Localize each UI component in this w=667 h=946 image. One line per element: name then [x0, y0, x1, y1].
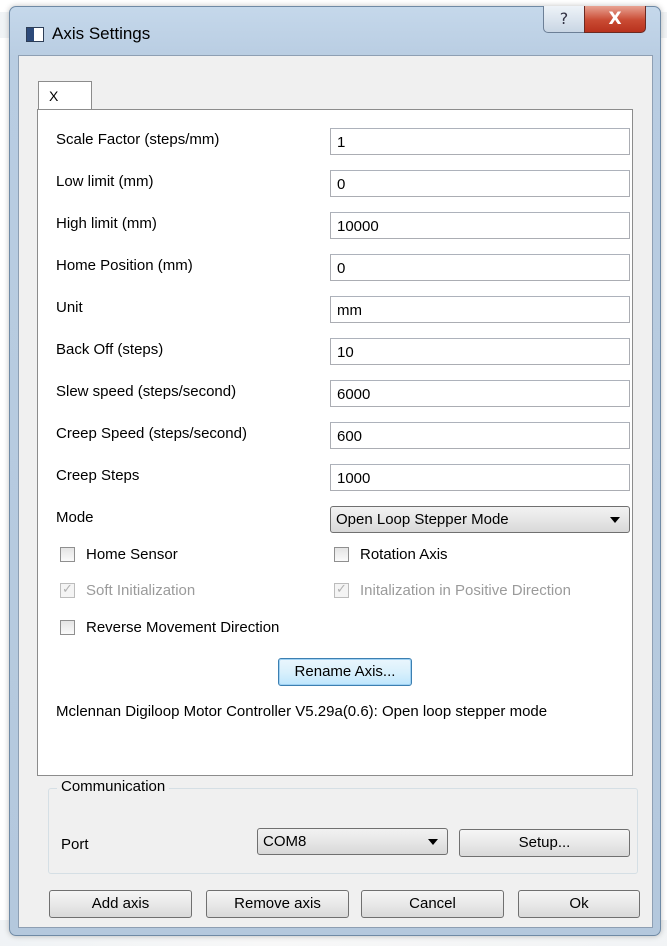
axis-tab-panel: Scale Factor (steps/mm) 1 Low limit (mm)… — [37, 109, 633, 776]
help-button[interactable]: ? — [543, 6, 585, 33]
scale-factor-input[interactable]: 1 — [330, 128, 630, 155]
checkmark-icon: ✓ — [336, 582, 347, 597]
chevron-down-icon — [428, 839, 438, 845]
init-positive-direction-label: Initalization in Positive Direction — [360, 582, 571, 599]
creep-steps-label: Creep Steps — [56, 467, 140, 484]
home-sensor-checkbox[interactable] — [60, 547, 75, 562]
remove-axis-button[interactable]: Remove axis — [206, 890, 349, 918]
controller-status-text: Mclennan Digiloop Motor Controller V5.29… — [56, 703, 548, 720]
low-limit-label: Low limit (mm) — [56, 173, 154, 190]
mode-dropdown-value: Open Loop Stepper Mode — [336, 511, 509, 528]
dialog-client: X Scale Factor (steps/mm) 1 Low limit (m… — [18, 55, 653, 928]
rename-axis-button[interactable]: Rename Axis... — [278, 658, 412, 686]
slew-speed-input[interactable]: 6000 — [330, 380, 630, 407]
reverse-direction-label: Reverse Movement Direction — [86, 619, 280, 636]
init-positive-direction-checkbox: ✓ — [334, 582, 349, 598]
window-title: Axis Settings — [52, 24, 151, 43]
soft-initialization-label: Soft Initialization — [86, 582, 196, 599]
rotation-axis-checkbox[interactable] — [334, 547, 349, 562]
creep-steps-input[interactable]: 1000 — [330, 464, 630, 491]
setup-button[interactable]: Setup... — [459, 829, 630, 857]
port-dropdown[interactable]: COM8 — [257, 828, 448, 855]
reverse-direction-checkbox[interactable] — [60, 620, 75, 635]
creep-speed-label: Creep Speed (steps/second) — [56, 425, 247, 442]
mode-label: Mode — [56, 509, 94, 526]
port-dropdown-value: COM8 — [263, 833, 307, 850]
back-off-input[interactable]: 10 — [330, 338, 630, 365]
ok-button[interactable]: Ok — [518, 890, 640, 918]
title-bar[interactable]: Axis Settings ? X — [10, 6, 660, 55]
home-position-label: Home Position (mm) — [56, 257, 193, 274]
tab-x[interactable]: X — [38, 81, 92, 109]
mode-dropdown[interactable]: Open Loop Stepper Mode — [330, 506, 630, 533]
soft-initialization-checkbox: ✓ — [60, 582, 75, 598]
add-axis-button[interactable]: Add axis — [49, 890, 192, 918]
communication-group: Communication Port COM8 Setup... — [48, 778, 638, 874]
high-limit-label: High limit (mm) — [56, 215, 157, 232]
port-label: Port — [61, 836, 89, 853]
back-off-label: Back Off (steps) — [56, 341, 164, 358]
home-sensor-label: Home Sensor — [86, 546, 178, 563]
axis-settings-window: Axis Settings ? X X Scale Factor (steps/… — [9, 6, 661, 936]
chevron-down-icon — [610, 517, 620, 523]
high-limit-input[interactable]: 10000 — [330, 212, 630, 239]
checkmark-icon: ✓ — [62, 582, 73, 597]
communication-group-title: Communication — [57, 778, 170, 795]
unit-label: Unit — [56, 299, 83, 316]
close-button[interactable]: X — [584, 6, 646, 33]
slew-speed-label: Slew speed (steps/second) — [56, 383, 237, 400]
cancel-button[interactable]: Cancel — [361, 890, 504, 918]
low-limit-input[interactable]: 0 — [330, 170, 630, 197]
unit-input[interactable]: mm — [330, 296, 630, 323]
app-window-icon — [26, 27, 44, 42]
creep-speed-input[interactable]: 600 — [330, 422, 630, 449]
rotation-axis-label: Rotation Axis — [360, 546, 448, 563]
scale-factor-label: Scale Factor (steps/mm) — [56, 131, 220, 148]
home-position-input[interactable]: 0 — [330, 254, 630, 281]
